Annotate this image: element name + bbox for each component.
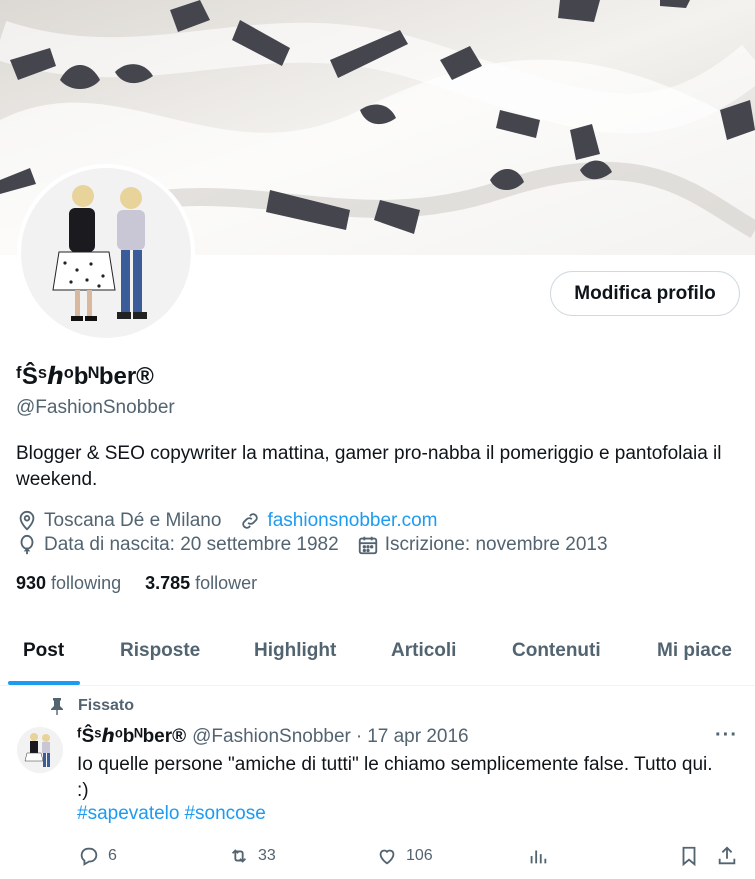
tab-risposte[interactable]: Risposte [120, 640, 200, 662]
following-count: 930 [16, 573, 47, 593]
tab-mi-piace[interactable]: Mi piace [657, 640, 732, 662]
reply-count: 6 [108, 847, 117, 864]
like-button[interactable]: 106 [376, 845, 433, 867]
following-link[interactable]: 930 following [16, 573, 121, 594]
like-icon [379, 849, 395, 865]
tweet-text: Io quelle persone "amiche di tutti" le c… [77, 754, 713, 801]
bookmark-icon [682, 846, 696, 867]
birthday-text: Data di nascita: 20 settembre 1982 [44, 534, 339, 555]
tweet-separator: · [355, 726, 363, 747]
followers-label: follower [195, 573, 258, 593]
display-name: ᶠŜˢℎᵒbᴺber® [16, 363, 154, 390]
joined-item: Iscrizione: novembre 2013 [357, 534, 608, 556]
tab-highlight[interactable]: Highlight [254, 640, 336, 662]
website-link[interactable]: fashionsnobber.com [267, 510, 437, 532]
share-icon [718, 846, 736, 865]
tweet-author-handle[interactable]: @FashionSnobber [192, 726, 351, 748]
joined-text: Iscrizione: novembre 2013 [384, 534, 608, 555]
tweet-author-name[interactable]: ᶠŜˢℎᵒbᴺber® [77, 725, 186, 748]
views-button[interactable] [527, 845, 549, 867]
followers-count: 3.785 [145, 573, 191, 593]
reply-button[interactable]: 6 [78, 845, 117, 867]
tab-contenuti[interactable]: Contenuti [512, 640, 601, 662]
tweet-hashtags: #sapevatelo #soncose [77, 803, 271, 825]
location-item: Toscana Dé e Milano [16, 510, 221, 532]
tweet-header: ᶠŜˢℎᵒbᴺber® @FashionSnobber · 17 apr 201… [77, 725, 469, 748]
profile-meta-row-1: Toscana Dé e Milano fashionsnobber.com [16, 509, 456, 533]
share-button[interactable] [716, 845, 738, 867]
profile-tabs: Post Risposte Highlight Articoli Contenu… [0, 620, 755, 686]
tab-articoli[interactable]: Articoli [391, 640, 456, 662]
username-handle: @FashionSnobber [16, 397, 175, 418]
tweet-author-avatar[interactable] [17, 727, 63, 773]
retweet-icon [231, 849, 247, 863]
location-text: Toscana Dé e Milano [44, 510, 222, 531]
like-count: 106 [406, 847, 433, 864]
calendar-icon [358, 536, 377, 555]
birthday-item: Data di nascita: 20 settembre 1982 [16, 534, 339, 556]
views-icon [530, 850, 547, 864]
retweet-button[interactable]: 33 [228, 845, 276, 867]
following-label: following [51, 573, 122, 593]
followers-link[interactable]: 3.785 follower [145, 573, 257, 594]
pinned-indicator: Fissato [49, 697, 134, 715]
tab-post[interactable]: Post [23, 640, 64, 662]
pinned-label: Fissato [78, 697, 135, 714]
more-icon[interactable]: ··· [715, 724, 738, 747]
website-item[interactable]: fashionsnobber.com [239, 510, 438, 532]
profile-bio: Blogger & SEO copywriter la mattina, gam… [16, 443, 722, 490]
link-icon [242, 513, 259, 529]
hashtag-link[interactable]: #soncose [184, 803, 265, 824]
pin-icon [51, 698, 63, 715]
hashtag-link[interactable]: #sapevatelo [77, 803, 179, 824]
active-tab-indicator [8, 681, 80, 685]
bookmark-button[interactable] [678, 845, 700, 867]
profile-avatar[interactable] [17, 164, 195, 342]
retweet-count: 33 [258, 847, 276, 864]
profile-meta-row-2: Data di nascita: 20 settembre 1982 Iscri… [16, 533, 626, 557]
balloon-icon [20, 534, 34, 555]
edit-profile-button[interactable]: Modifica profilo [550, 271, 740, 316]
follow-counts: 930 following 3.785 follower [16, 573, 281, 594]
tweet-date[interactable]: 17 apr 2016 [367, 726, 468, 748]
location-icon [19, 510, 35, 531]
reply-icon [80, 847, 98, 866]
